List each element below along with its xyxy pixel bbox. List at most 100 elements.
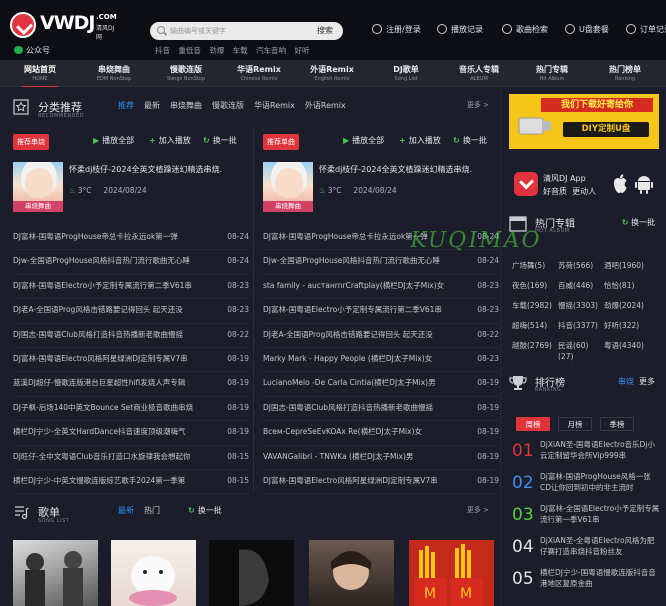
nav-english-remix[interactable]: 外语Remix English Remix <box>296 64 368 82</box>
song-title[interactable]: DJ老A-全国语Prog风格击错路要记得回头 起天还没 <box>13 302 209 318</box>
song-title[interactable]: 横栏DJ宁少-中英文慢歌连版综艺歌手2024第一季第 <box>13 473 209 489</box>
nav-slow-songs[interactable]: 慢歌连版 Songs NonStop <box>150 64 222 82</box>
song-row[interactable]: 横栏DJ宁少-中英文慢歌连版综艺歌手2024第一季第 08-15 <box>13 470 249 495</box>
ranking-more[interactable]: 更多 <box>639 377 655 386</box>
genre-tag[interactable]: 好听(322) <box>604 320 639 331</box>
genre-tag[interactable]: 恰恰(81) <box>604 280 634 291</box>
nav-edm[interactable]: 串烧舞曲 EDM NonStop <box>78 64 150 82</box>
genre-tag[interactable]: 夜色(169) <box>512 280 547 291</box>
more-link[interactable]: 更多 > <box>467 505 489 515</box>
song-title[interactable]: 横栏DJ宁少-全英文HardDance抖音速度顶级潮嗨气 <box>13 424 209 440</box>
tab-slow-songs[interactable]: 慢歌连版 <box>212 101 244 110</box>
songlist-cover[interactable] <box>13 540 98 606</box>
nav-chinese-remix[interactable]: 华语Remix Chinese Remix <box>223 64 295 82</box>
genre-tag[interactable]: 酒吧(1960) <box>604 260 644 271</box>
genre-tag[interactable]: 超嗨(514) <box>512 320 547 331</box>
genre-tag[interactable]: 广场舞(5) <box>512 260 545 271</box>
song-row[interactable]: DJ子枫-后场140中英文Bounce Set商业极音歌曲串烧 08-19 <box>13 397 249 422</box>
tab-quarterly[interactable]: 季榜 <box>600 417 634 431</box>
song-search-link[interactable]: 歌曲检索 <box>502 24 548 35</box>
rank-item[interactable]: 03 DJ富林-全国语Electro小予定制专属流行第一季V61串 <box>512 503 662 535</box>
nav-hit-album[interactable]: 热门专辑 Hit Album <box>516 64 588 82</box>
song-row[interactable]: sta family - aucтaнrnrCraftplay(横栏DJ太子Mi… <box>263 275 499 300</box>
nav-artist-album[interactable]: 音乐人专辑 ALBUM <box>443 64 515 82</box>
rank-item[interactable]: 05 横栏DJ宁少-国粤语慢歌连版抖音音港地区复原金曲 <box>512 567 662 599</box>
song-row[interactable]: DJ富林-国粤语ProgHouse帝总卡拉永远ok第一弹 08-24 <box>263 226 499 251</box>
nav-ranking[interactable]: 热门榜单 Ranking <box>589 64 661 82</box>
play-all-button[interactable]: ▶ 播放全部 <box>343 135 384 146</box>
song-row[interactable]: DJ老A-全国语Prog风格击错路要记得回头 起天还没 08-23 <box>13 299 249 324</box>
rank-item[interactable]: 04 DjXiAN圣-全粤语Electro风格为肥仔赛打造串烧抖音粉丝友 <box>512 535 662 567</box>
usb-package-link[interactable]: U盘套餐 <box>565 24 609 35</box>
refresh-button[interactable]: ↻ 换一批 <box>188 505 222 516</box>
genre-tag[interactable]: 粤语(4340) <box>604 340 644 351</box>
song-title[interactable]: DJ富林-国粤语ProgHouse帝总卡拉永远ok第一弹 <box>263 229 459 245</box>
refresh-button[interactable]: ↻ 换一批 <box>203 135 237 146</box>
song-title[interactable]: DJ子枫-后场140中英文Bounce Set商业极音歌曲串烧 <box>13 400 209 416</box>
rank-title[interactable]: 横栏DJ宁少-国粤语慢歌连版抖音音港地区复原金曲 <box>540 567 660 589</box>
song-row[interactable]: DJ国志-国粤语Club风格打造抖音热播新老歌曲慢摇 08-22 <box>13 324 249 348</box>
genre-tag[interactable]: 车载(2982) <box>512 300 552 311</box>
genre-tag[interactable]: 劲爆(2024) <box>604 300 644 311</box>
song-title[interactable]: DJ老A-全国语Prog风格击错路要记得回头 起天还没 <box>263 327 459 343</box>
song-row[interactable]: DJ富林-国粤语Electro风格阿星绿洲DJ定制专属V7串 08-19 <box>13 348 249 373</box>
hot-word[interactable]: 重低音 <box>178 46 201 55</box>
genre-tag-count[interactable]: (27) <box>558 352 573 361</box>
hot-word[interactable]: 汽车音响 <box>256 46 286 55</box>
songlist-cover[interactable]: MM <box>409 540 494 606</box>
app-download[interactable]: 清风DJ App 好音质 更动人 <box>509 172 659 200</box>
song-row[interactable]: VAVANGalibri - TNWKa (横栏DJ太子Mix)男 08-19 <box>263 446 499 470</box>
rank-title[interactable]: DJ富林-全国语Electro小予定制专属流行第一季V61串 <box>540 503 660 525</box>
song-title[interactable]: DJ旺仔-全中文粤语Club音乐打造口水旋律我会想起你 <box>13 449 209 465</box>
song-row[interactable]: DJ富林-国粤语Electro风格阿星绿洲DJ定制专属V7串 08-19 <box>263 470 499 495</box>
song-title[interactable]: DJ富林-国粤语Electro小予定制专属流行第二季V61串 <box>263 302 459 318</box>
song-title[interactable]: Marky Mark - Happy People (横栏DJ太子Mix)女 <box>263 351 459 367</box>
featured-track[interactable]: 串烧舞曲 怀柔dj枝仔-2024全英文植躁迷幻精选串烧. ♨ 3°C 2024/0… <box>13 162 249 212</box>
featured-track[interactable]: 串烧舞曲 怀柔dj枝仔-2024全英文植躁迷幻精选串烧. ♨ 3°C 2024/0… <box>263 162 499 212</box>
ranking-type-label[interactable]: 串烧 <box>618 377 634 386</box>
song-row[interactable]: DJ富林-国粤语Electro小予定制专属流行第二季V61串 08-23 <box>13 275 249 300</box>
add-play-button[interactable]: + 加入播放 <box>399 135 441 146</box>
tab-edm[interactable]: 串烧舞曲 <box>170 101 202 110</box>
song-row[interactable]: DJ国志-国粤语Club风格打造抖音热播新老歌曲慢摇 08-19 <box>263 397 499 422</box>
hot-word[interactable]: 好听 <box>294 46 309 55</box>
song-title[interactable]: DJ富林-国粤语ProgHouse帝总卡拉永远ok第一弹 <box>13 229 209 245</box>
wechat-link[interactable]: 公众号 <box>14 45 50 56</box>
rank-item[interactable]: 01 DjXiAN圣-国粤语Electro音乐Dj小云定制留华会所Vip999串 <box>512 439 662 471</box>
song-row[interactable]: 蓝溪DJ超仔-慢歌连版港台巨星超性hifi发烧人声专辑 08-19 <box>13 372 249 397</box>
rank-item[interactable]: 02 Dj富林-国语ProgHouse风格一张CD让你回到初中的非主流时 <box>512 471 662 503</box>
rank-title[interactable]: DjXiAN圣-国粤语Electro音乐Dj小云定制留华会所Vip999串 <box>540 439 660 461</box>
song-row[interactable]: DJ富林-国粤语ProgHouse帝总卡拉永远ok第一弹 08-24 <box>13 226 249 251</box>
song-row[interactable]: DJ富林-国粤语Electro小予定制专属流行第二季V61串 08-23 <box>263 299 499 324</box>
play-all-button[interactable]: ▶ 播放全部 <box>93 135 134 146</box>
song-title[interactable]: Всем-CepreSeEvKOAx Re(横栏DJ太子Mix)女 <box>263 424 459 440</box>
search-input[interactable] <box>170 24 290 38</box>
usb-ad-banner[interactable]: 我们下载好寄给你 DIY定制U盘 <box>509 94 659 149</box>
tab-english-remix[interactable]: 外语Remix <box>305 101 346 110</box>
song-row[interactable]: DJ旺仔-全中文粤语Club音乐打造口水旋律我会想起你 08-15 <box>13 446 249 470</box>
tab-latest[interactable]: 最新 <box>144 101 160 110</box>
genre-tag[interactable]: 民谣(60) <box>558 340 588 351</box>
song-row[interactable]: 横栏DJ宁少-全英文HardDance抖音速度顶级潮嗨气 08-19 <box>13 421 249 446</box>
tab-chinese-remix[interactable]: 华语Remix <box>254 101 295 110</box>
song-title[interactable]: sta family - aucтaнrnrCraftplay(横栏DJ太子Mi… <box>263 278 459 294</box>
tab-weekly[interactable]: 周榜 <box>516 417 550 431</box>
refresh-button[interactable]: ↻ 换一批 <box>453 135 487 146</box>
song-title[interactable]: DJ富林-国粤语Electro小予定制专属流行第二季V61串 <box>13 278 209 294</box>
site-logo[interactable]: VWDJ .COM 清风DJ网 <box>10 10 120 41</box>
song-title[interactable]: DJ国志-国粤语Club风格打造抖音热播新老歌曲慢摇 <box>263 400 459 416</box>
song-title[interactable]: DJ富林-国粤语Electro风格阿星绿洲DJ定制专属V7串 <box>263 473 459 489</box>
apple-icon[interactable] <box>612 174 628 194</box>
rank-title[interactable]: Dj富林-国语ProgHouse风格一张CD让你回到初中的非主流时 <box>540 471 660 493</box>
android-icon[interactable] <box>635 174 653 194</box>
login-link[interactable]: 注册/登录 <box>372 24 421 35</box>
genre-tag[interactable]: 百威(446) <box>558 280 593 291</box>
genre-tag[interactable]: 苏荷(566) <box>558 260 593 271</box>
genre-tag[interactable]: 抖音(3377) <box>558 320 598 331</box>
add-play-button[interactable]: + 加入播放 <box>149 135 191 146</box>
song-row[interactable]: Djw-全国语ProgHouse风格抖音热门流行歌曲无心睡 08-24 <box>13 250 249 275</box>
song-row[interactable]: LucianoMelo -De Carla Cintia(横栏DJ太子Mix)男… <box>263 372 499 397</box>
nav-dj-songlist[interactable]: DJ歌单 Song List <box>370 64 442 82</box>
song-title[interactable]: Djw-全国语ProgHouse风格抖音热门流行歌曲无心睡 <box>13 253 209 269</box>
song-row[interactable]: DJ老A-全国语Prog风格击错路要记得回头 起天还没 08-22 <box>263 324 499 348</box>
